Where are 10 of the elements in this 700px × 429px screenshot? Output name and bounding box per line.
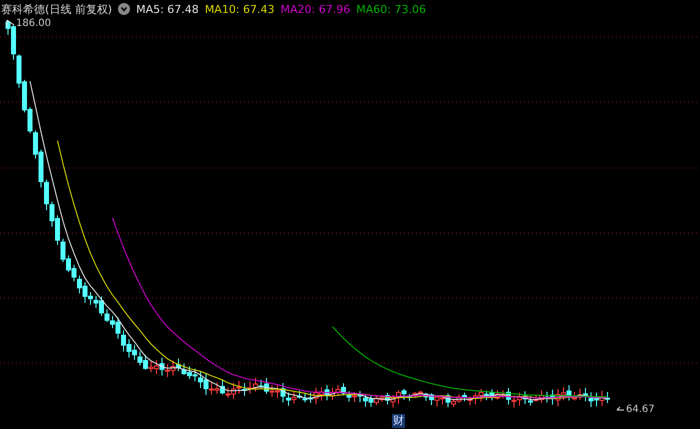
chart-title: 赛科希德(日线 前复权) [1, 2, 112, 16]
event-marker[interactable]: 财 [392, 414, 405, 428]
low-price-label: 64.67 [626, 404, 655, 415]
moving-average-label: MA60: 73.06 [356, 2, 426, 16]
pointer-arrow-icon [6, 19, 15, 28]
moving-average-label: MA20: 67.96 [280, 2, 350, 16]
high-price-label: 186.00 [16, 18, 51, 29]
moving-average-label: MA10: 67.43 [204, 2, 275, 16]
settings-icon[interactable] [118, 3, 130, 15]
moving-average-label: MA5: 67.48 [136, 2, 199, 16]
